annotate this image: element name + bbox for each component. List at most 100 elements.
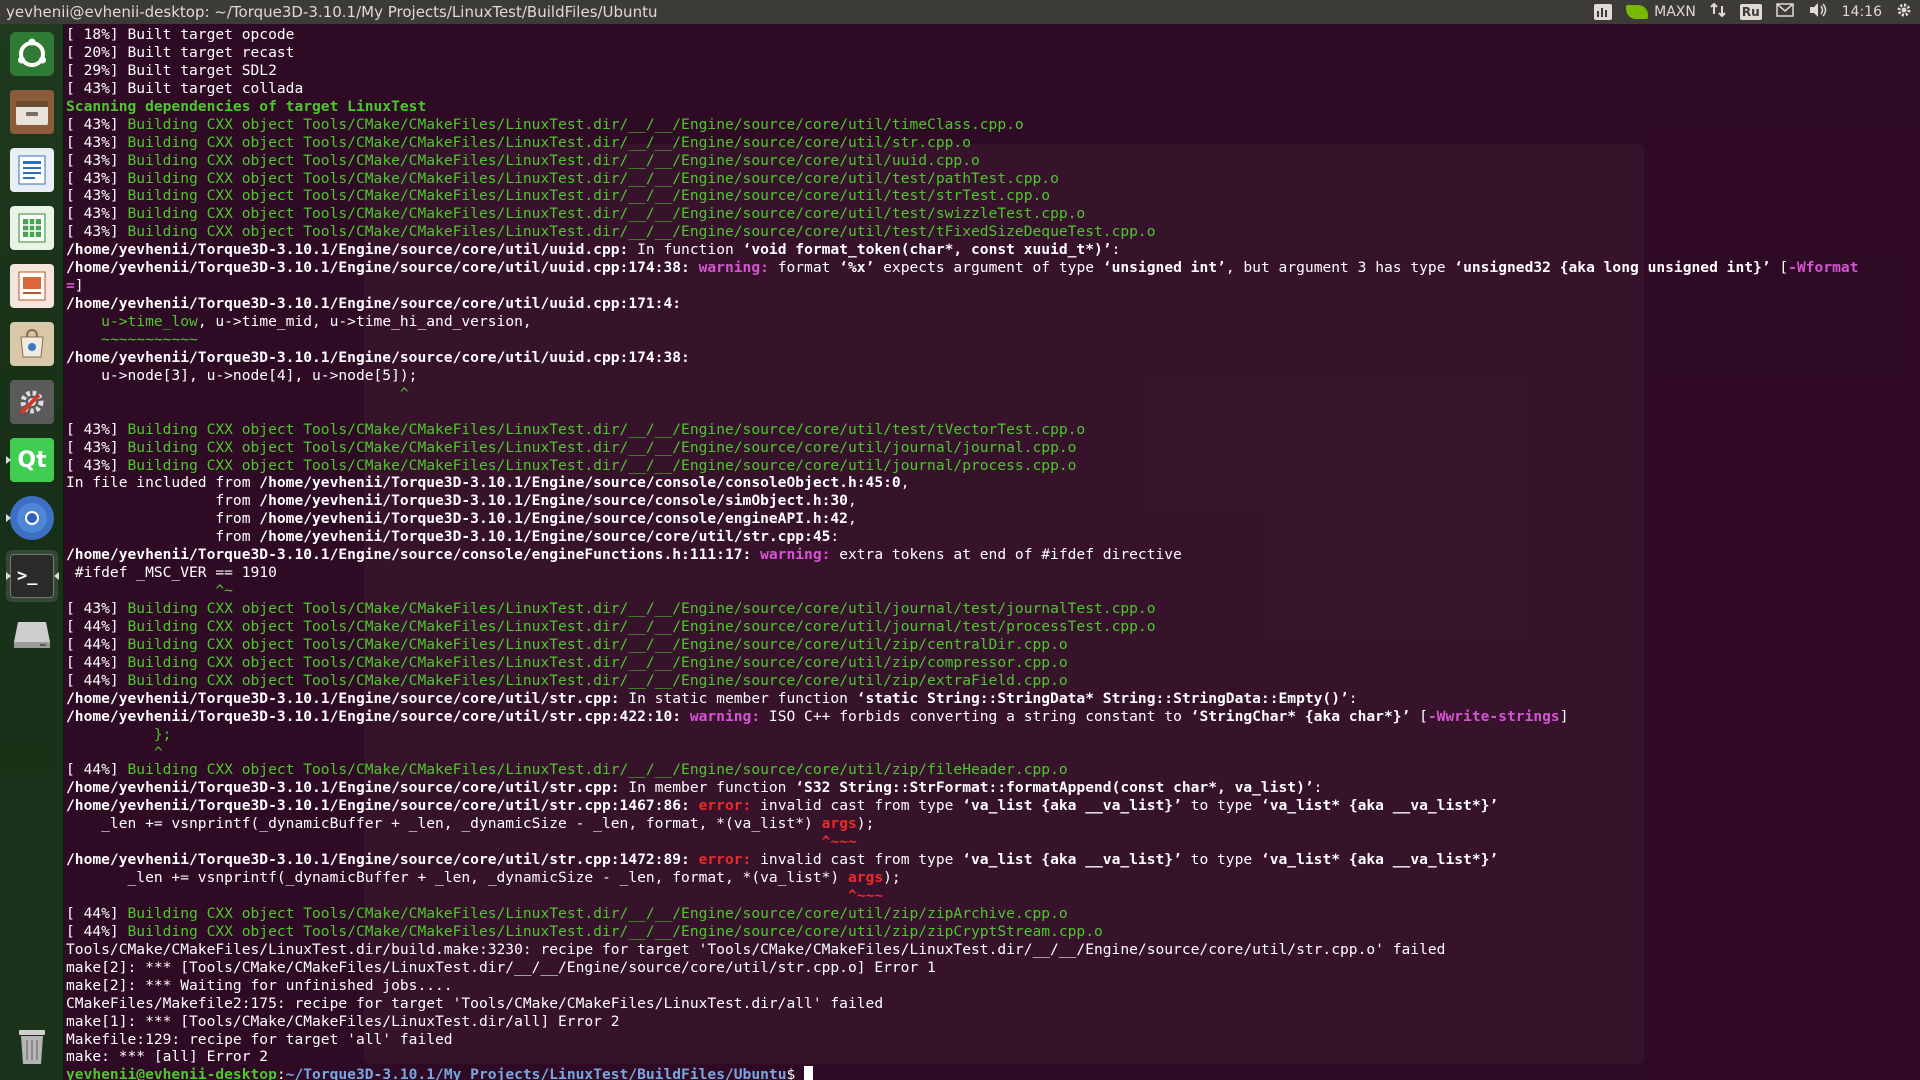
terminal-line: /home/yevhenii/Torque3D-3.10.1/Engine/so… <box>66 779 1920 797</box>
terminal-line: /home/yevhenii/Torque3D-3.10.1/Engine/so… <box>66 349 1920 367</box>
terminal-text: Building CXX object Tools/CMake/CMakeFil… <box>127 187 1051 205</box>
terminal-window[interactable]: [ 18%] Built target opcode[ 20%] Built t… <box>64 24 1920 1080</box>
launcher-item-trash[interactable] <box>6 1020 58 1072</box>
terminal-text: ‘va_list* {aka __va_list*}’ <box>1260 797 1499 815</box>
launcher-item-chromium[interactable] <box>6 492 58 544</box>
launcher-item-files[interactable] <box>6 86 58 138</box>
terminal-text: [ 43%] <box>66 169 128 187</box>
terminal-text: : <box>1111 241 1121 259</box>
terminal-line: [ 43%] Building CXX object Tools/CMake/C… <box>66 152 1920 170</box>
terminal-line: from /home/yevhenii/Torque3D-3.10.1/Engi… <box>66 528 1920 546</box>
terminal-text: /home/yevhenii/Torque3D-3.10.1/Engine/so… <box>66 689 620 707</box>
gear-icon[interactable] <box>1896 2 1912 22</box>
perf-mode-label: MAXN <box>1654 4 1696 20</box>
terminal-text: [ 44%] <box>66 761 128 779</box>
terminal-line: [ 44%] Building CXX object Tools/CMake/C… <box>66 654 1920 672</box>
terminal-line: [ 43%] Building CXX object Tools/CMake/C… <box>66 187 1920 205</box>
terminal-text: error: <box>698 797 761 815</box>
launcher-item-qtcreator[interactable]: Qt <box>6 434 58 486</box>
terminal-line: [ 44%] Building CXX object Tools/CMake/C… <box>66 905 1920 923</box>
terminal-line: [ 18%] Built target opcode <box>66 26 1920 44</box>
terminal-text: , u->time_mid, u->time_hi_and_version, <box>197 313 532 330</box>
terminal-text: ^ <box>153 743 163 761</box>
drive-icon <box>10 612 54 656</box>
launcher-item-calc[interactable] <box>6 202 58 254</box>
terminal-text: : <box>830 528 840 546</box>
terminal-text: u->node[3], u->node[4], u->node[5]); <box>66 366 418 384</box>
launcher-item-drive[interactable] <box>6 608 58 660</box>
terminal-text: /home/yevhenii/Torque3D-3.10.1/Engine/so… <box>66 851 699 869</box>
terminal-text: : <box>1348 689 1358 707</box>
terminal-text: ^~~~ <box>847 887 884 904</box>
ubuntu-dash-icon <box>10 32 54 76</box>
terminal-line: /home/yevhenii/Torque3D-3.10.1/Engine/so… <box>66 241 1920 259</box>
terminal-text: Building CXX object Tools/CMake/CMakeFil… <box>127 223 1156 241</box>
terminal-text: Building CXX object Tools/CMake/CMakeFil… <box>127 617 1156 635</box>
terminal-line: make[2]: *** [Tools/CMake/CMakeFiles/Lin… <box>66 959 1920 977</box>
terminal-line: ^ <box>66 385 1920 403</box>
volume-icon[interactable] <box>1808 2 1828 22</box>
terminal-text: ISO C++ forbids converting a string cons… <box>768 707 1191 725</box>
terminal-line: /home/yevhenii/Torque3D-3.10.1/Engine/so… <box>66 851 1920 869</box>
nvidia-icon <box>1626 5 1649 19</box>
terminal-line: [ 43%] Building CXX object Tools/CMake/C… <box>66 205 1920 223</box>
terminal-text: , <box>900 474 910 492</box>
terminal-text: warning: <box>698 259 778 277</box>
terminal-text: warning: <box>689 707 769 725</box>
terminal-text: [ 43%] <box>66 456 128 474</box>
terminal-line: [ 20%] Built target recast <box>66 44 1920 62</box>
terminal-line: make[2]: *** Waiting for unfinished jobs… <box>66 977 1920 995</box>
launcher-item-dash[interactable] <box>6 28 58 80</box>
terminal-text: /home/yevhenii/Torque3D-3.10.1/Engine/so… <box>66 546 761 564</box>
launcher-item-software[interactable] <box>6 318 58 370</box>
top-panel: yevhenii@evhenii-desktop: ~/Torque3D-3.1… <box>0 0 1920 24</box>
mail-icon[interactable] <box>1775 3 1794 21</box>
terminal-text: Building CXX object Tools/CMake/CMakeFil… <box>127 671 1068 689</box>
terminal-line: Scanning dependencies of target LinuxTes… <box>66 98 1920 116</box>
terminal-text: from <box>66 510 260 528</box>
terminal-text: ‘static String::StringData* String::Stri… <box>856 689 1349 707</box>
terminal-text: Building CXX object Tools/CMake/CMakeFil… <box>127 133 971 151</box>
qt-creator-icon: Qt <box>10 438 54 482</box>
network-icon[interactable] <box>1710 2 1726 22</box>
terminal-text: Building CXX object Tools/CMake/CMakeFil… <box>127 151 980 169</box>
terminal-text: /home/yevhenii/Torque3D-3.10.1/Engine/so… <box>259 474 901 492</box>
prompt-user-host: yevhenii@evhenii-desktop <box>66 1066 277 1080</box>
keyboard-layout-indicator[interactable]: Ru <box>1739 4 1762 20</box>
terminal-line: #ifdef _MSC_VER == 1910 <box>66 564 1920 582</box>
terminal-text: ] <box>1559 707 1569 725</box>
launcher-item-writer[interactable] <box>6 144 58 196</box>
terminal-text: u->time_low <box>101 313 198 330</box>
terminal-text: [ 44%] <box>66 617 128 635</box>
terminal-text: make[2]: *** Waiting for unfinished jobs… <box>66 976 453 994</box>
launcher-item-terminal[interactable]: >_ <box>6 550 59 602</box>
launcher-item-settings[interactable] <box>6 376 58 428</box>
prompt-line[interactable]: yevhenii@evhenii-desktop:~/Torque3D-3.10… <box>66 1066 1920 1080</box>
terminal-text: [ 43%] <box>66 151 128 169</box>
terminal-text: make[2]: *** [Tools/CMake/CMakeFiles/Lin… <box>66 958 936 976</box>
terminal-line: ^~~~ <box>66 833 1920 851</box>
terminal-text: [ 43%] <box>66 133 128 151</box>
terminal-line: _len += vsnprintf(_dynamicBuffer + _len,… <box>66 869 1920 887</box>
terminal-text: Building CXX object Tools/CMake/CMakeFil… <box>127 169 1059 187</box>
terminal-text: Building CXX object Tools/CMake/CMakeFil… <box>127 761 1068 779</box>
nvidia-indicator[interactable]: MAXN <box>1626 4 1696 20</box>
terminal-text: -Wformat <box>1788 259 1859 277</box>
terminal-text: /home/yevhenii/Torque3D-3.10.1/Engine/so… <box>66 295 682 313</box>
terminal-text: [ 20%] Built target recast <box>66 43 295 61</box>
system-monitor-icon[interactable] <box>1594 4 1613 20</box>
terminal-line: [ 44%] Building CXX object Tools/CMake/C… <box>66 761 1920 779</box>
launcher-item-impress[interactable] <box>6 260 58 312</box>
terminal-text: ‘StringChar* {aka char*}’ <box>1190 707 1411 725</box>
terminal-line: Tools/CMake/CMakeFiles/LinuxTest.dir/bui… <box>66 941 1920 959</box>
clock[interactable]: 14:16 <box>1842 4 1882 20</box>
terminal-text: /home/yevhenii/Torque3D-3.10.1/Engine/so… <box>66 707 690 725</box>
terminal-text: , but argument 3 has type <box>1225 259 1455 277</box>
terminal-text: warning: <box>760 546 840 564</box>
terminal-text: [ 43%] Built target collada <box>66 79 304 97</box>
terminal-text: In member function <box>619 779 796 797</box>
terminal-line: }; <box>66 726 1920 744</box>
